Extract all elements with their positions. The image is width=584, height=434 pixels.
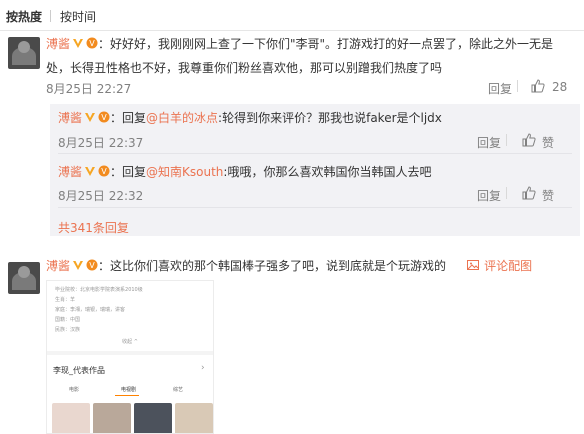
works-tab: 电影 — [69, 387, 80, 393]
collapse-toggle: 收起 ^ — [122, 339, 138, 345]
comment-image[interactable]: 毕业院校：北京电影学院表演系2010级 生肖：羊 家庭：李湘，瑞银，瑞瑞，讲客 … — [46, 280, 214, 434]
mention-link[interactable]: @知南Ksouth — [146, 165, 223, 179]
works-title: 李现_代表作品 — [53, 366, 105, 375]
reply-text: :轮得到你来评价？那我也说faker是个ljdx — [218, 111, 442, 125]
poster-thumbnail — [93, 403, 131, 433]
verified-v-icon — [85, 113, 96, 122]
comment-body: 溥酱 V ：这比你们喜欢的那个韩国棒子强多了吧，说到底就是个玩游戏的 — [46, 254, 446, 278]
reply-button[interactable]: 回复 — [477, 187, 501, 204]
verified-v-icon — [73, 261, 84, 270]
like-button-label[interactable]: 赞 — [542, 134, 554, 151]
reply-button[interactable]: 回复 — [488, 80, 512, 97]
svg-text:V: V — [101, 113, 107, 122]
active-tab-indicator — [115, 395, 139, 396]
vip-badge-icon: V — [86, 37, 98, 49]
reply-text: :哦哦，你那么喜欢韩国你当韩国人去吧 — [223, 165, 432, 179]
chevron-right-icon: › — [201, 363, 205, 373]
card-divider — [47, 351, 213, 355]
thumbs-up-icon[interactable] — [522, 186, 536, 200]
sort-tabs: 按热度 按时间 — [0, 0, 584, 31]
info-value: 北京电影学院表演系2010级 — [80, 287, 143, 293]
comment-pic-link[interactable]: 评论配图 — [467, 254, 532, 278]
reply-username[interactable]: 溥酱 — [58, 165, 82, 179]
reply-prefix: ：回复 — [110, 165, 147, 179]
info-label: 国籍： — [55, 317, 71, 323]
poster-thumbnail — [134, 403, 172, 433]
comment-text-line1: ：好好好，我刚刚网上查了一下你们"李哥"。打游戏打的好一点罢了，除此之外一无是 — [98, 37, 554, 51]
vip-badge-icon: V — [98, 111, 110, 123]
reply-item: 溥酱 V ：回复@知南Ksouth:哦哦，你那么喜欢韩国你当韩国人去吧 — [58, 160, 431, 184]
vip-badge-icon: V — [86, 259, 98, 271]
reply-button[interactable]: 回复 — [477, 134, 501, 151]
info-value: 李湘，瑞银，瑞瑞，讲客 — [70, 307, 126, 313]
reply-time: 8月25日 22:37 — [58, 136, 144, 150]
thumbs-up-icon[interactable] — [531, 79, 545, 93]
info-value: 羊 — [70, 297, 76, 303]
svg-text:V: V — [89, 39, 95, 48]
reply-divider — [58, 153, 572, 154]
poster-thumbnail — [175, 403, 213, 433]
info-value: 中国 — [70, 317, 81, 323]
like-count: 28 — [552, 80, 568, 94]
sort-by-time-tab[interactable]: 按时间 — [60, 8, 96, 25]
action-divider — [517, 80, 518, 92]
reply-username[interactable]: 溥酱 — [58, 111, 82, 125]
sort-divider — [50, 10, 51, 22]
comment-time: 8月25日 22:27 — [46, 82, 132, 96]
action-divider — [506, 187, 507, 199]
verified-v-icon — [85, 167, 96, 176]
svg-text:V: V — [89, 261, 95, 270]
avatar[interactable] — [8, 262, 40, 294]
more-replies-link[interactable]: 共341条回复 — [58, 219, 129, 236]
mention-link[interactable]: @白羊的冰点 — [146, 111, 218, 125]
avatar[interactable] — [8, 37, 40, 69]
comment-username[interactable]: 溥酱 — [46, 259, 70, 273]
info-label: 生肖： — [55, 297, 71, 303]
comment-text: ：这比你们喜欢的那个韩国棒子强多了吧，说到底就是个玩游戏的 — [98, 259, 447, 273]
action-divider — [506, 134, 507, 146]
reply-divider — [58, 207, 572, 208]
info-value: 汉族 — [70, 327, 81, 333]
comment-body: 溥酱 V ：好好好，我刚刚网上查了一下你们"李哥"。打游戏打的好一点罢了，除此之外一… — [46, 32, 576, 80]
image-icon — [467, 260, 479, 270]
sort-by-hot-tab[interactable]: 按热度 — [6, 8, 42, 25]
info-label: 毕业院校： — [55, 287, 81, 293]
comment-pic-label[interactable]: 评论配图 — [484, 259, 532, 273]
like-button-label[interactable]: 赞 — [542, 187, 554, 204]
info-label: 家庭： — [55, 307, 71, 313]
reply-prefix: ：回复 — [110, 111, 147, 125]
comment-username[interactable]: 溥酱 — [46, 37, 70, 51]
verified-v-icon — [73, 39, 84, 48]
vip-badge-icon: V — [98, 165, 110, 177]
reply-time: 8月25日 22:32 — [58, 189, 144, 203]
works-tab: 综艺 — [173, 387, 184, 393]
works-tabs: 电影 电视剧 综艺 — [47, 385, 213, 397]
comment-text-line2: 处，长得丑性格也不好，我尊重你们粉丝喜欢他，那可以别蹭我们热度了吗 — [46, 61, 443, 75]
svg-text:V: V — [101, 167, 107, 176]
info-label: 民族： — [55, 327, 71, 333]
thumbs-up-icon[interactable] — [522, 133, 536, 147]
poster-thumbnail — [52, 403, 90, 433]
reply-item: 溥酱 V ：回复@白羊的冰点:轮得到你来评价？那我也说faker是个ljdx — [58, 106, 442, 130]
works-tab-active: 电视剧 — [121, 387, 137, 393]
